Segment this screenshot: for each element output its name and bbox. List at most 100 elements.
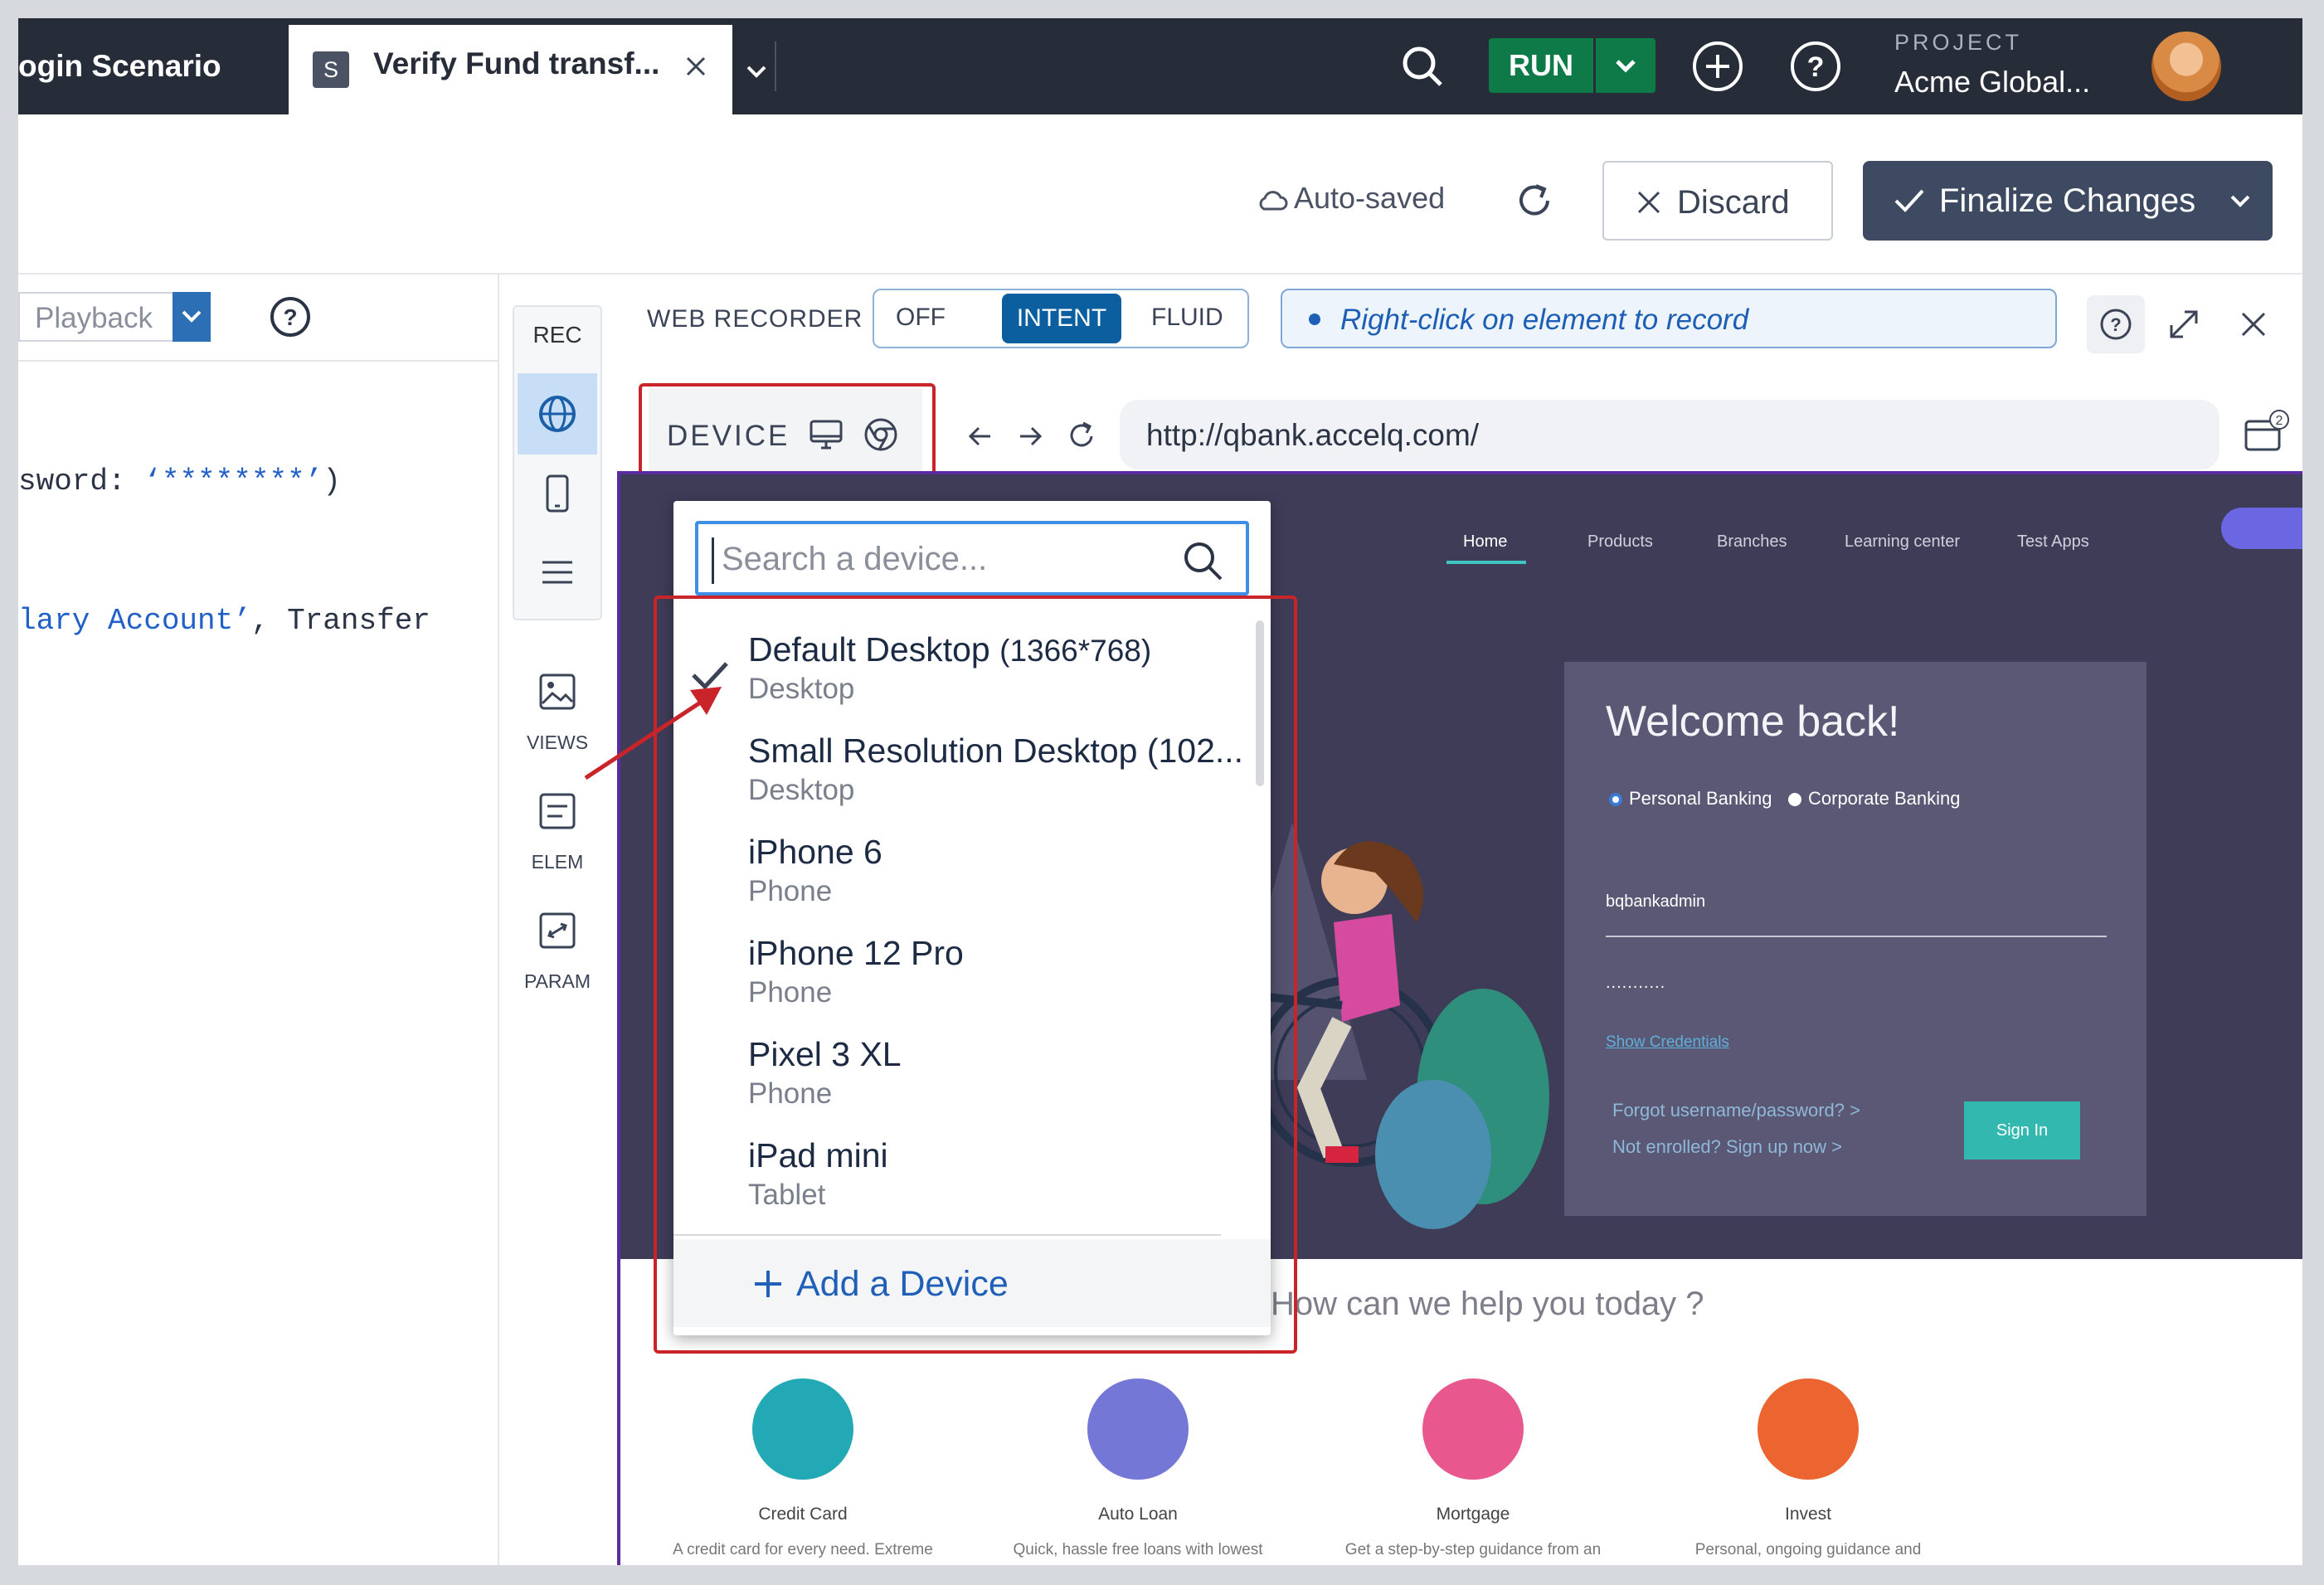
service-mortgage[interactable]: Mortgage Get a step-by-step guidance fro… xyxy=(1307,1378,1639,1559)
url-bar[interactable]: http://qbank.accelq.com/ xyxy=(1120,400,2219,469)
project-name[interactable]: Acme Global... xyxy=(1894,65,2090,100)
site-nav-learning-center[interactable]: Learning center xyxy=(1845,532,1960,552)
car-icon xyxy=(1087,1378,1189,1480)
refresh-icon[interactable] xyxy=(1511,177,1558,224)
run-options-button[interactable] xyxy=(1596,38,1655,93)
header-divider xyxy=(18,273,2302,275)
close-icon xyxy=(1637,191,1660,214)
close-icon[interactable] xyxy=(679,50,712,83)
expand-icon[interactable] xyxy=(2155,295,2213,353)
playback-dropdown-button[interactable] xyxy=(173,292,211,342)
project-label: PROJECT xyxy=(1894,30,2023,55)
editor-divider xyxy=(18,360,498,362)
tab-login-scenario[interactable]: ogin Scenario xyxy=(18,18,289,114)
active-nav-underline xyxy=(1446,561,1526,564)
house-icon xyxy=(1422,1378,1524,1480)
tabs-count-badge: 2 xyxy=(2276,414,2283,428)
code-string: lary Account’ xyxy=(18,604,251,638)
help-icon: ? xyxy=(2100,309,2132,340)
service-desc: A credit card for every need. Extreme xyxy=(673,1541,933,1558)
show-credentials-link[interactable]: Show Credentials xyxy=(1606,1033,1729,1052)
active-tab-title: Verify Fund transf... xyxy=(373,46,660,80)
username-field[interactable]: bqbankadmin xyxy=(1606,892,1705,912)
rec-label[interactable]: REC xyxy=(516,322,599,348)
service-invest[interactable]: Invest Personal, ongoing guidance and xyxy=(1642,1378,1974,1559)
record-hint: Right-click on element to record xyxy=(1281,289,2057,348)
elem-label[interactable]: ELEM xyxy=(516,851,599,873)
chevron-down-icon xyxy=(1616,60,1636,73)
device-search-field[interactable] xyxy=(695,521,1249,596)
piggy-bank-icon xyxy=(1758,1378,1859,1480)
service-desc: Quick, hassle free loans with lowest xyxy=(1013,1541,1263,1558)
menu-icon[interactable] xyxy=(539,557,576,587)
playback-label: Playback xyxy=(35,302,153,334)
annotation-arrow-icon xyxy=(584,687,722,780)
code-line[interactable]: sword: ‘********’) xyxy=(18,464,341,498)
param-label[interactable]: PARAM xyxy=(516,970,599,993)
service-credit-card[interactable]: Credit Card A credit card for every need… xyxy=(637,1378,969,1559)
chevron-down-icon xyxy=(2230,195,2250,207)
radio-label: Corporate Banking xyxy=(1808,788,1961,809)
discard-button[interactable]: Discard xyxy=(1602,161,1833,241)
close-icon[interactable] xyxy=(2224,295,2283,353)
svg-text:?: ? xyxy=(1807,51,1825,83)
discard-label: Discard xyxy=(1677,184,1790,221)
web-mode-button[interactable] xyxy=(518,373,597,455)
mobile-icon[interactable] xyxy=(542,473,572,516)
hint-text: Right-click on element to record xyxy=(1340,304,1749,336)
run-button[interactable]: RUN xyxy=(1489,38,1593,93)
chevron-down-icon[interactable] xyxy=(741,56,771,86)
radio-icon xyxy=(1788,793,1801,806)
code-line[interactable]: lary Account’, Transfer xyxy=(18,604,430,638)
service-desc: Get a step-by-step guidance from an xyxy=(1344,1541,1602,1558)
site-nav-home[interactable]: Home xyxy=(1463,532,1507,552)
element-icon[interactable] xyxy=(537,791,577,831)
search-icon xyxy=(1184,542,1223,581)
site-nav-branches[interactable]: Branches xyxy=(1717,532,1787,552)
service-name: Mortgage xyxy=(1436,1505,1510,1524)
globe-icon xyxy=(539,396,576,432)
bullet-icon xyxy=(1309,314,1320,325)
login-title: Welcome back! xyxy=(1606,698,1900,746)
password-field[interactable]: ........... xyxy=(1606,974,1665,993)
mode-intent[interactable]: INTENT xyxy=(1002,294,1121,343)
panel-divider xyxy=(498,275,499,1565)
help-icon[interactable]: ? xyxy=(1787,38,1844,95)
recorder-help-button[interactable]: ? xyxy=(2087,295,2145,353)
radio-corporate-banking[interactable]: Corporate Banking xyxy=(1788,788,1960,810)
site-nav-test-apps[interactable]: Test Apps xyxy=(2017,532,2089,552)
credit-card-icon xyxy=(752,1378,853,1480)
sign-up-link[interactable]: Not enrolled? Sign up now > xyxy=(1612,1136,1842,1158)
check-icon xyxy=(1894,189,1924,212)
autosave-status: Auto-saved xyxy=(1294,181,1446,215)
service-name: Invest xyxy=(1784,1505,1832,1524)
image-icon[interactable] xyxy=(537,672,577,712)
mode-off[interactable]: OFF xyxy=(896,304,946,332)
forward-arrow-icon[interactable] xyxy=(1014,420,1047,453)
parameter-icon[interactable] xyxy=(537,911,577,951)
service-name: Credit Card xyxy=(758,1505,848,1524)
service-desc: Personal, ongoing guidance and xyxy=(1694,1541,1922,1558)
service-auto-loan[interactable]: Auto Loan Quick, hassle free loans with … xyxy=(972,1378,1304,1559)
recorder-widget[interactable] xyxy=(2221,508,2302,549)
forgot-password-link[interactable]: Forgot username/password? > xyxy=(1612,1100,1860,1121)
help-icon[interactable]: ? xyxy=(267,294,314,340)
tab-label: ogin Scenario xyxy=(18,49,221,83)
back-arrow-icon[interactable] xyxy=(964,420,997,453)
text-cursor xyxy=(712,537,714,584)
avatar[interactable] xyxy=(2151,32,2221,101)
radio-personal-banking[interactable]: Personal Banking xyxy=(1609,788,1772,810)
sign-in-button[interactable]: Sign In xyxy=(1964,1101,2080,1160)
help-heading: How can we help you today ? xyxy=(1271,1286,1704,1322)
search-icon[interactable] xyxy=(1396,40,1449,93)
mode-fluid[interactable]: FLUID xyxy=(1151,304,1223,332)
finalize-changes-button[interactable]: Finalize Changes xyxy=(1863,161,2273,241)
reload-icon[interactable] xyxy=(1063,418,1100,455)
browser-tabs-icon[interactable]: 2 xyxy=(2241,406,2292,458)
login-card: Welcome back! Personal Banking Corporate… xyxy=(1564,662,2147,1216)
device-search-input[interactable] xyxy=(722,536,1186,582)
add-circle-icon[interactable] xyxy=(1690,38,1746,95)
site-nav-products[interactable]: Products xyxy=(1587,532,1653,552)
svg-text:?: ? xyxy=(2110,314,2121,335)
svg-text:?: ? xyxy=(283,304,297,330)
